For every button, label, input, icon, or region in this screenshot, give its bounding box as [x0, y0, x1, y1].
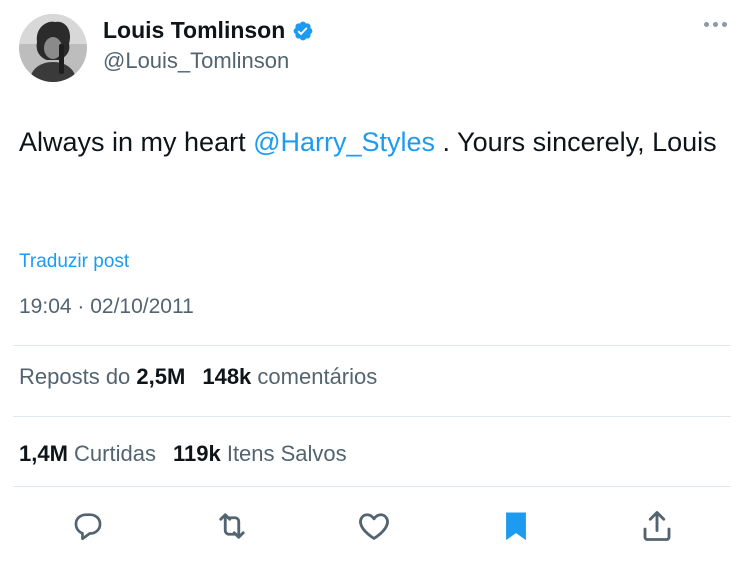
more-options-button[interactable] [704, 22, 727, 27]
likes-count: 1,4M [19, 441, 68, 466]
divider [13, 345, 731, 346]
repost-icon [219, 513, 245, 539]
author-name-row: Louis Tomlinson [103, 17, 314, 44]
reply-button[interactable] [68, 506, 108, 546]
like-button[interactable] [354, 506, 394, 546]
comments-label: comentários [257, 364, 378, 389]
author-display-name[interactable]: Louis Tomlinson [103, 17, 285, 44]
avatar-photo [19, 14, 87, 82]
likes-stat[interactable]: 1,4M Curtidas [19, 441, 156, 467]
saves-stat[interactable]: 119k Itens Salvos [173, 441, 347, 467]
stats-row-likes-saves: 1,4M Curtidas 119k Itens Salvos [19, 441, 364, 467]
reposts-prefix: Reposts do [19, 364, 131, 389]
bookmark-filled-icon [506, 512, 526, 541]
divider [13, 416, 731, 417]
tweet-text-after: . Yours sincerely, Louis [435, 127, 717, 157]
mention-link[interactable]: @Harry_Styles [253, 127, 435, 157]
repost-button[interactable] [212, 506, 252, 546]
reposts-count: 2,5M [136, 364, 186, 389]
tweet-text: Always in my heart @Harry_Styles . Yours… [19, 122, 719, 162]
bookmark-button[interactable] [496, 506, 536, 546]
heart-icon [359, 513, 389, 540]
avatar[interactable] [19, 14, 87, 82]
more-horizontal-icon [704, 22, 709, 27]
tweet-timestamp[interactable]: 19:04 · 02/10/2011 [19, 295, 194, 319]
translate-post-link[interactable]: Traduzir post [19, 251, 129, 273]
saves-label: Itens Salvos [226, 441, 347, 466]
reposts-stat[interactable]: Reposts do 2,5M [19, 364, 185, 390]
share-icon [643, 511, 671, 541]
more-dot [722, 22, 727, 27]
verified-badge-icon [292, 20, 314, 42]
stats-row-reposts-comments: Reposts do 2,5M 148k comentários [19, 364, 394, 390]
more-dot [713, 22, 718, 27]
saves-count: 119k [172, 441, 221, 466]
divider [13, 486, 731, 487]
comments-count: 148k [202, 364, 252, 389]
author-handle[interactable]: @Louis_Tomlinson [103, 48, 289, 74]
likes-label: Curtidas [74, 441, 156, 466]
reply-icon [74, 513, 102, 541]
tweet-text-before: Always in my heart [19, 127, 254, 157]
share-button[interactable] [637, 506, 677, 546]
comments-stat[interactable]: 148k comentários [202, 364, 377, 390]
action-bar [0, 500, 739, 550]
